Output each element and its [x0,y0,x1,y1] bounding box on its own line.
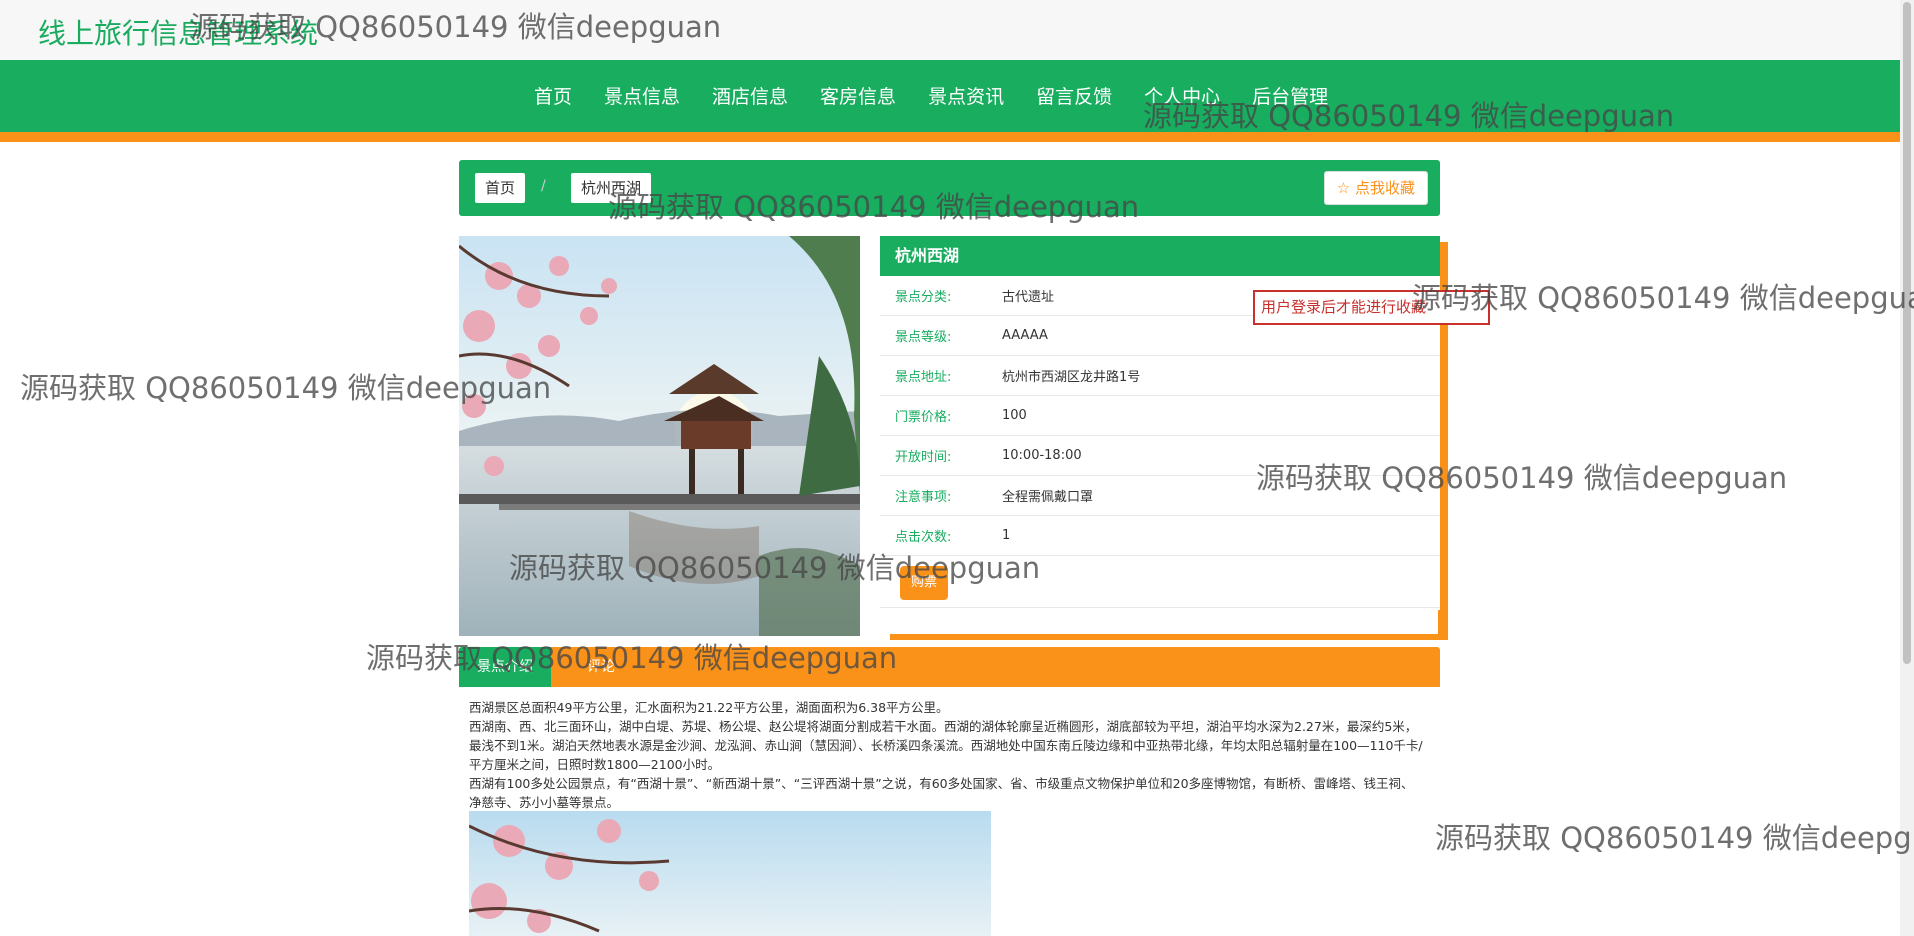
description-paragraph: 西湖南、西、北三面环山，湖中白堤、苏堤、杨公堤、赵公堤将湖面分割成若干水面。西湖… [469,719,1423,772]
tab-intro[interactable]: 景点介绍 [459,647,551,687]
info-label: 点击次数: [895,530,952,545]
attraction-description: 西湖景区总面积49平方公里，汇水面积为21.22平方公里，湖面面积为6.38平方… [469,698,1424,812]
scrollbar-thumb[interactable] [1903,2,1911,664]
breadcrumb-current[interactable]: 杭州西湖 [571,173,652,203]
description-paragraph: 西湖有100多处公园景点，有“西湖十景”、“新西湖十景”、“三评西湖十景”之说，… [469,776,1414,810]
page-scrollbar[interactable] [1900,0,1914,936]
info-label: 景点地址: [895,370,952,385]
attraction-title: 杭州西湖 [880,236,1440,276]
nav-item-hotels[interactable]: 酒店信息 [712,82,788,109]
buy-row: 购票 [880,556,1440,608]
info-row-price: 门票价格: 100 [880,396,1440,436]
info-row-notes: 注意事项: 全程需佩戴口罩 [880,476,1440,516]
nav-item-attractions[interactable]: 景点信息 [604,82,680,109]
favorite-button[interactable]: ☆ 点我收藏 [1323,171,1428,205]
info-value: 古代遗址 [1002,290,1055,305]
attraction-photo [459,236,860,636]
nav-item-feedback[interactable]: 留言反馈 [1036,82,1112,109]
nav-item-news[interactable]: 景点资讯 [928,82,1004,109]
nav-item-admin[interactable]: 后台管理 [1252,82,1328,109]
info-row-address: 景点地址: 杭州市西湖区龙井路1号 [880,356,1440,396]
nav-item-home[interactable]: 首页 [534,82,572,109]
info-row-clicks: 点击次数: 1 [880,516,1440,556]
main-nav: 首页 景点信息 酒店信息 客房信息 景点资讯 留言反馈 个人中心 后台管理 [0,60,1900,142]
info-label: 景点分类: [895,290,952,305]
nav-item-rooms[interactable]: 客房信息 [820,82,896,109]
breadcrumb: 首页 / 杭州西湖 ☆ 点我收藏 [459,160,1440,216]
info-value: 杭州市西湖区龙井路1号 [1002,370,1141,385]
login-required-tooltip: 用户登录后才能进行收藏 [1253,290,1490,325]
watermark-text: 源码获取 QQ86050149 微信deepguan [1435,821,1914,855]
breadcrumb-home[interactable]: 首页 [475,173,526,203]
info-value: 全程需佩戴口罩 [1002,490,1094,505]
info-value: 1 [1002,528,1011,543]
top-bar: 线上旅行信息管理系统 [0,0,1900,60]
info-value: 100 [1002,408,1027,423]
tab-comments[interactable]: 评论 [569,647,633,687]
info-row-hours: 开放时间: 10:00-18:00 [880,436,1440,476]
description-paragraph: 西湖景区总面积49平方公里，汇水面积为21.22平方公里，湖面面积为6.38平方… [469,700,949,715]
buy-ticket-button[interactable]: 购票 [900,566,948,600]
info-label: 注意事项: [895,490,952,505]
info-label: 开放时间: [895,450,952,465]
info-label: 门票价格: [895,410,952,425]
description-photo [469,811,991,936]
breadcrumb-separator: / [541,178,546,194]
info-label: 景点等级: [895,330,952,345]
site-title: 线上旅行信息管理系统 [38,17,319,50]
nav-item-profile[interactable]: 个人中心 [1144,82,1220,109]
info-value: 10:00-18:00 [1002,448,1082,463]
detail-tabs: 景点介绍 评论 [459,647,1440,687]
info-value: AAAAA [1002,328,1048,343]
